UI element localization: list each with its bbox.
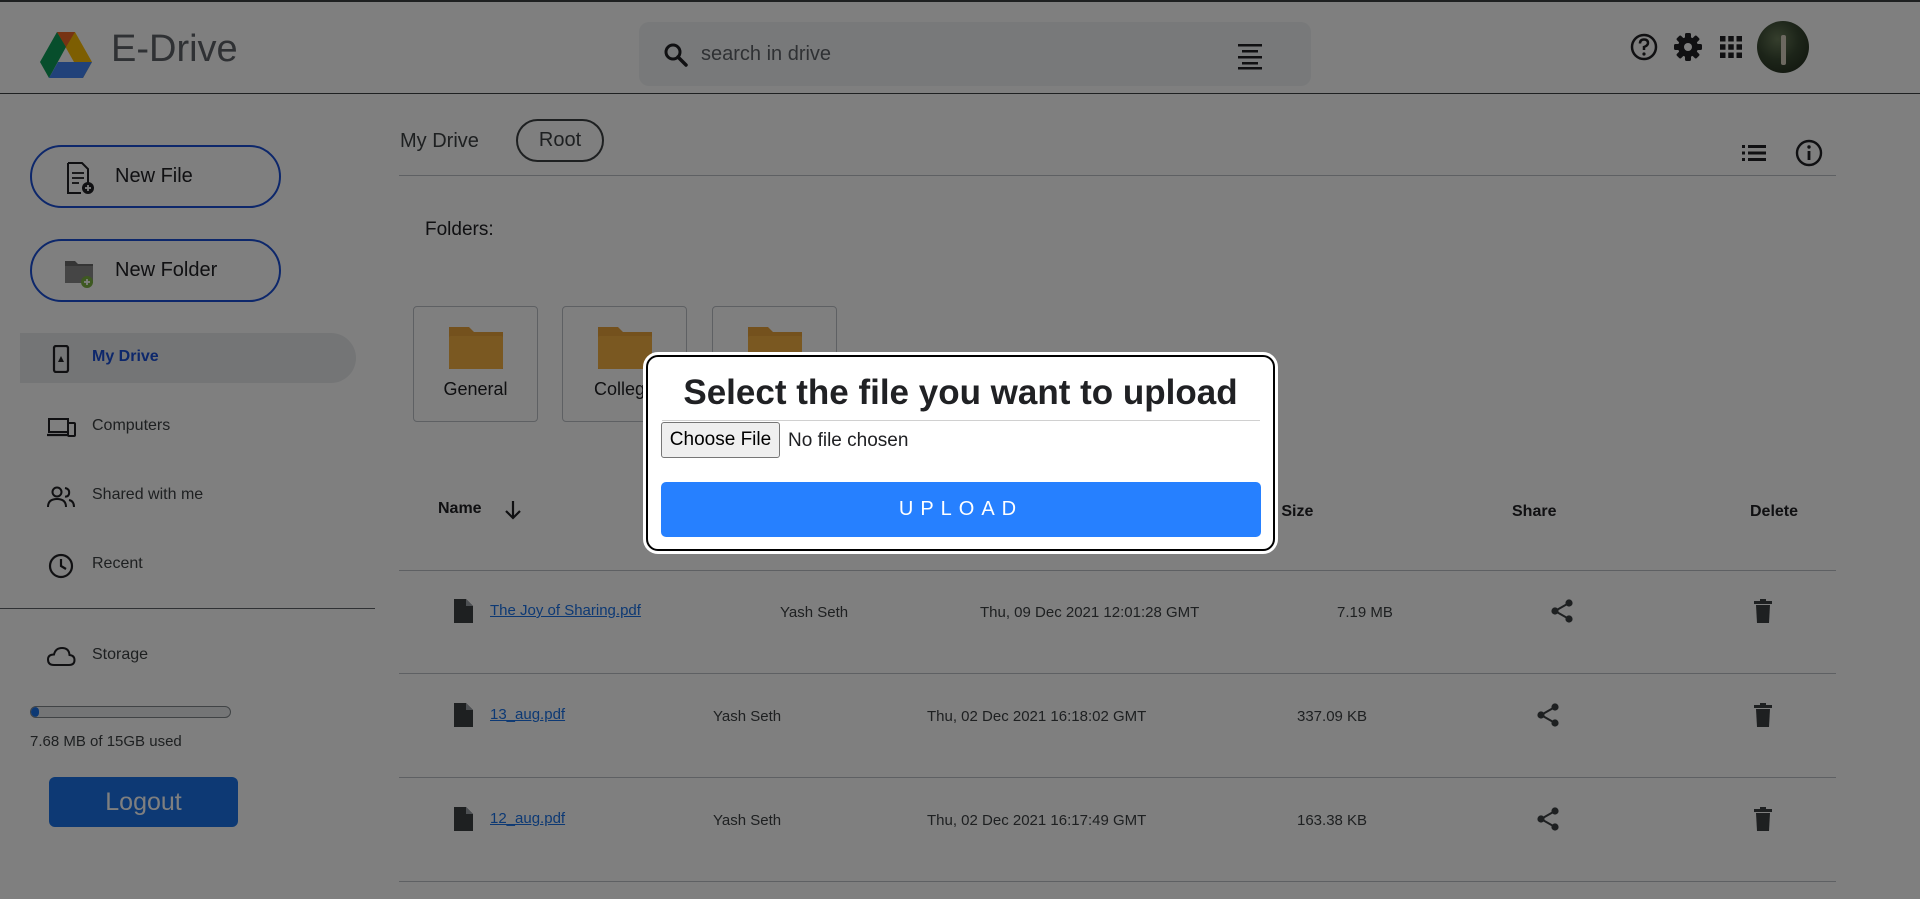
upload-dialog: Select the file you want to upload Choos… <box>646 355 1275 551</box>
edrive-page: E-Drive <box>0 0 1920 899</box>
dialog-divider <box>662 420 1260 421</box>
upload-button[interactable]: UPLOAD <box>661 482 1261 537</box>
upload-dialog-title: Select the file you want to upload <box>683 373 1238 412</box>
no-file-chosen-text: No file chosen <box>788 430 909 451</box>
choose-file-button[interactable]: Choose File <box>661 422 780 458</box>
